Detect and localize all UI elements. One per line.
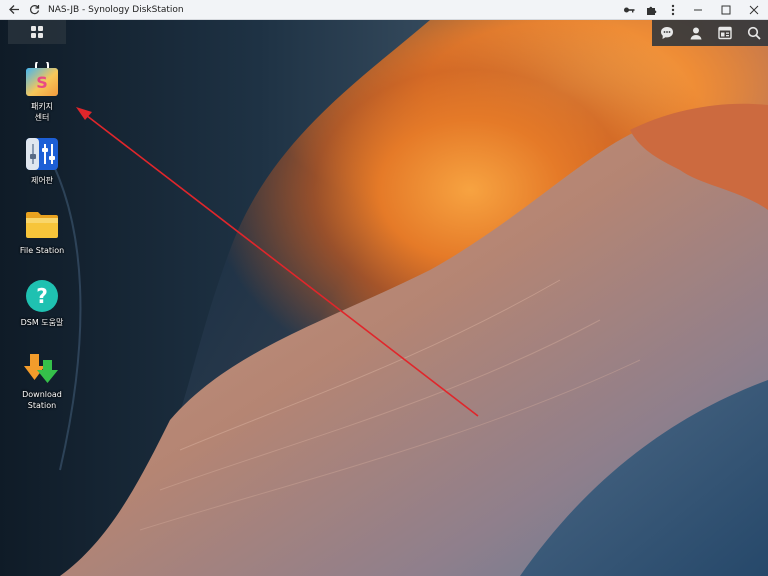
annotation-arrow	[76, 107, 479, 417]
maximize-icon[interactable]	[712, 0, 740, 20]
desktop: S 패키지 센터 제어판 File Station ? DSM 도움말 Down…	[0, 20, 768, 576]
window-titlebar: NAS-JB - Synology DiskStation	[0, 0, 768, 20]
window-title: NAS-JB - Synology DiskStation	[48, 4, 184, 15]
back-arrow-icon[interactable]	[6, 2, 22, 18]
refresh-icon[interactable]	[26, 2, 42, 18]
extensions-icon[interactable]	[640, 0, 662, 20]
close-icon[interactable]	[740, 0, 768, 20]
minimize-icon[interactable]	[684, 0, 712, 20]
key-icon[interactable]	[618, 0, 640, 20]
more-options-icon[interactable]	[662, 0, 684, 20]
